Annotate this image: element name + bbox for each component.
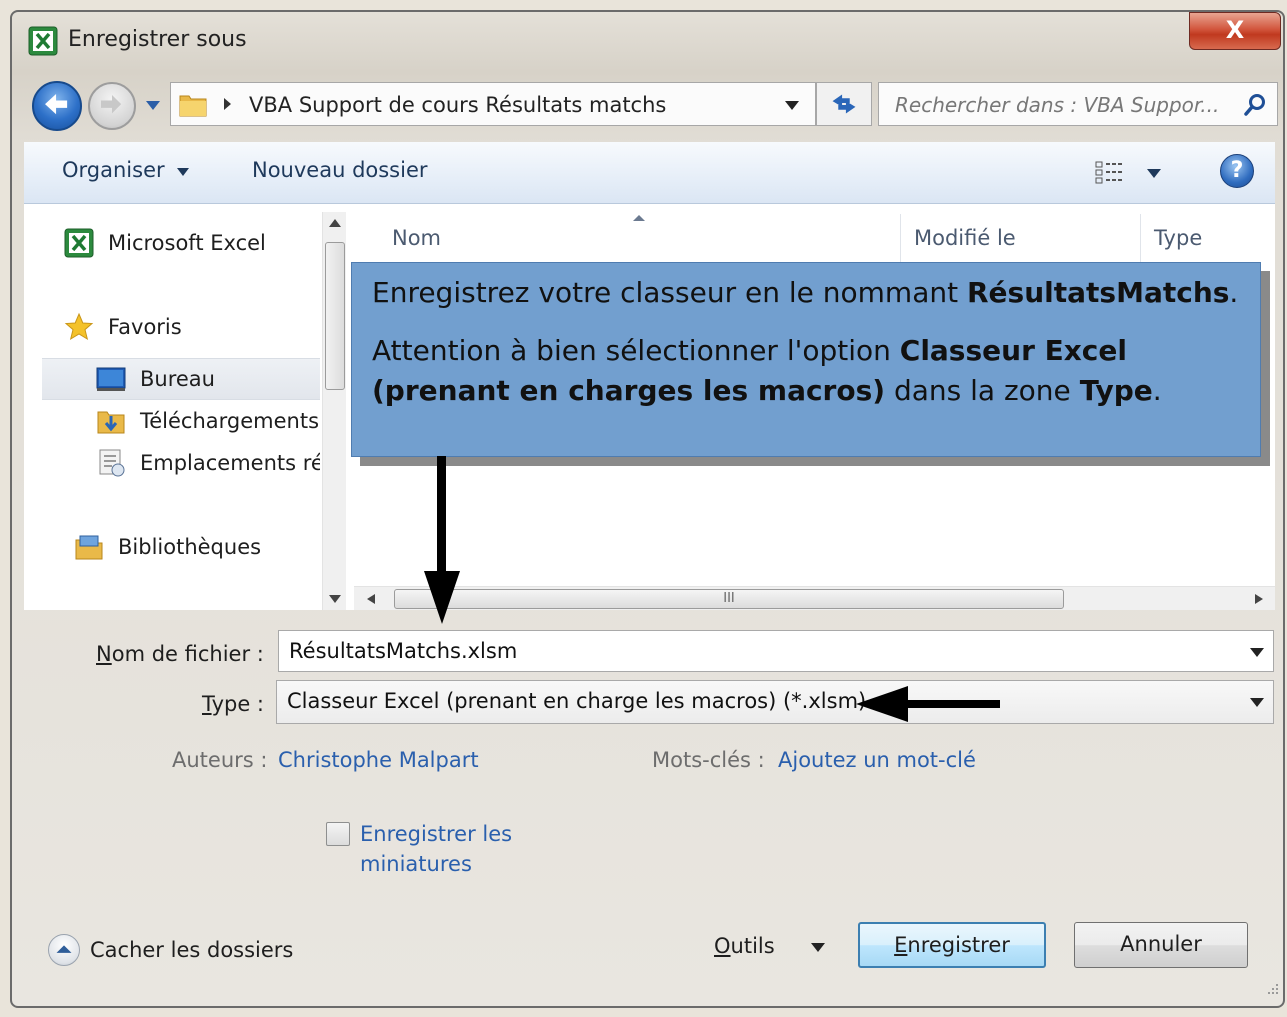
- scroll-right-icon[interactable]: [1254, 593, 1264, 605]
- sidebar-item-microsoft-excel[interactable]: Microsoft Excel: [64, 228, 320, 258]
- save-thumbnails-label[interactable]: Enregistrer les: [360, 822, 512, 846]
- save-button-label: Enregistrer: [894, 933, 1010, 957]
- callout-text: Enregistrez votre classeur en le nommant: [372, 276, 967, 309]
- chevron-down-icon[interactable]: [1249, 697, 1265, 708]
- type-value: Classeur Excel (prenant en charge les ma…: [287, 689, 867, 713]
- filename-label: Nom de fichier :: [96, 642, 264, 666]
- scroll-left-icon[interactable]: [366, 593, 376, 605]
- refresh-button[interactable]: [816, 82, 872, 126]
- callout-paragraph-2: Attention à bien sélectionner l'option C…: [372, 331, 1240, 411]
- type-label: Type :: [202, 692, 264, 716]
- sidebar-item-favorites[interactable]: Favoris: [64, 312, 320, 342]
- refresh-icon: [832, 94, 856, 114]
- resize-grip-icon[interactable]: [1262, 978, 1280, 996]
- window-title: Enregistrer sous: [68, 27, 247, 52]
- type-select[interactable]: Classeur Excel (prenant en charge les ma…: [276, 680, 1274, 724]
- column-header-modified[interactable]: Modifié le: [914, 226, 1016, 250]
- downloads-icon: [97, 411, 125, 434]
- arrow-right-icon: [101, 95, 122, 114]
- chevron-down-icon[interactable]: [176, 167, 190, 177]
- navigation-scrollbar[interactable]: [322, 212, 346, 610]
- instruction-callout: Enregistrez votre classeur en le nommant…: [351, 262, 1261, 457]
- folder-icon: [179, 95, 207, 117]
- address-path: VBA Support de cours Résultats matchs: [249, 93, 667, 117]
- excel-icon: [64, 228, 94, 258]
- sidebar-item-label: Favoris: [108, 315, 182, 339]
- save-thumbnails-checkbox[interactable]: [326, 822, 350, 846]
- scrollbar-thumb[interactable]: III: [394, 589, 1064, 609]
- save-button[interactable]: Enregistrer: [858, 922, 1046, 968]
- chevron-down-icon[interactable]: [1249, 647, 1265, 658]
- callout-bold: Type: [1079, 374, 1153, 407]
- navigation-pane: Microsoft Excel Favoris Bureau Télécharg…: [24, 204, 322, 610]
- arrow-left-icon: [856, 686, 1000, 722]
- filename-value: RésultatsMatchs.xlsm: [289, 639, 518, 663]
- libraries-icon: [75, 535, 103, 560]
- hide-folders-button[interactable]: [48, 934, 80, 966]
- chevron-right-icon[interactable]: [221, 95, 233, 113]
- sidebar-item-libraries[interactable]: Bibliothèques: [74, 532, 320, 562]
- sidebar-item-downloads[interactable]: Téléchargements: [96, 406, 320, 436]
- recent-places-icon: [99, 449, 125, 477]
- sidebar-item-label: Microsoft Excel: [108, 231, 266, 255]
- address-bar[interactable]: VBA Support de cours Résultats matchs: [170, 82, 816, 126]
- callout-text: .: [1152, 374, 1162, 407]
- callout-paragraph-1: Enregistrez votre classeur en le nommant…: [372, 273, 1240, 313]
- scrollbar-thumb[interactable]: [325, 242, 345, 390]
- column-header-name[interactable]: Nom: [392, 226, 441, 250]
- callout-text: .: [1229, 276, 1239, 309]
- arrow-down-icon: [424, 456, 460, 624]
- hide-folders-label[interactable]: Cacher les dossiers: [90, 938, 293, 962]
- history-dropdown-icon[interactable]: [144, 98, 162, 112]
- keywords-label: Mots-clés :: [652, 748, 765, 772]
- chevron-down-icon[interactable]: [783, 98, 801, 112]
- column-divider[interactable]: [900, 214, 901, 262]
- forward-button[interactable]: [88, 82, 136, 130]
- sidebar-item-label: Bibliothèques: [118, 535, 262, 559]
- search-input[interactable]: Rechercher dans : VBA Suppor...: [878, 82, 1278, 126]
- search-placeholder: Rechercher dans : VBA Suppor...: [895, 93, 1220, 117]
- keywords-link[interactable]: Ajoutez un mot-clé: [778, 748, 976, 772]
- cancel-button[interactable]: Annuler: [1074, 922, 1248, 968]
- new-folder-button[interactable]: Nouveau dossier: [252, 158, 428, 182]
- sidebar-item-label: Emplacements récents: [140, 451, 320, 475]
- excel-icon: [28, 26, 58, 56]
- help-icon[interactable]: ?: [1220, 154, 1254, 188]
- close-button[interactable]: X: [1189, 12, 1281, 50]
- tools-menu[interactable]: Outils: [714, 934, 775, 958]
- sidebar-item-recent-places[interactable]: Emplacements récents: [96, 448, 320, 478]
- search-icon[interactable]: [1243, 93, 1267, 117]
- chevron-down-icon[interactable]: [1146, 168, 1162, 179]
- view-options-icon[interactable]: [1094, 160, 1128, 186]
- scroll-up-icon[interactable]: [328, 218, 342, 228]
- desktop-icon: [96, 367, 126, 391]
- sort-ascending-icon: [633, 215, 645, 221]
- callout-text: dans la zone: [885, 374, 1080, 407]
- sidebar-item-desktop[interactable]: Bureau: [42, 358, 320, 400]
- save-as-dialog: Enregistrer sous X VBA Support de cours …: [10, 10, 1285, 1008]
- organise-menu[interactable]: Organiser: [62, 158, 165, 182]
- command-toolbar: Organiser Nouveau dossier ?: [24, 142, 1275, 204]
- sidebar-item-label: Téléchargements: [140, 409, 320, 433]
- filename-input[interactable]: RésultatsMatchs.xlsm: [278, 630, 1274, 672]
- chevron-up-icon: [56, 945, 72, 953]
- chevron-down-icon[interactable]: [810, 942, 826, 953]
- star-icon: [64, 312, 94, 341]
- callout-bold: RésultatsMatchs: [967, 276, 1230, 309]
- authors-link[interactable]: Christophe Malpart: [278, 748, 479, 772]
- arrow-left-icon: [45, 94, 68, 115]
- column-header-type[interactable]: Type: [1154, 226, 1202, 250]
- authors-label: Auteurs :: [172, 748, 268, 772]
- callout-text: Attention à bien sélectionner l'option: [372, 334, 900, 367]
- file-list-scrollbar[interactable]: III: [354, 586, 1275, 610]
- scroll-down-icon[interactable]: [328, 594, 342, 604]
- column-divider[interactable]: [1140, 214, 1141, 262]
- sidebar-item-label: Bureau: [140, 367, 215, 391]
- title-bar: Enregistrer sous X: [12, 12, 1283, 72]
- navigation-bar: VBA Support de cours Résultats matchs Re…: [12, 70, 1283, 131]
- back-button[interactable]: [32, 81, 82, 131]
- save-thumbnails-label-line2[interactable]: miniatures: [360, 852, 472, 876]
